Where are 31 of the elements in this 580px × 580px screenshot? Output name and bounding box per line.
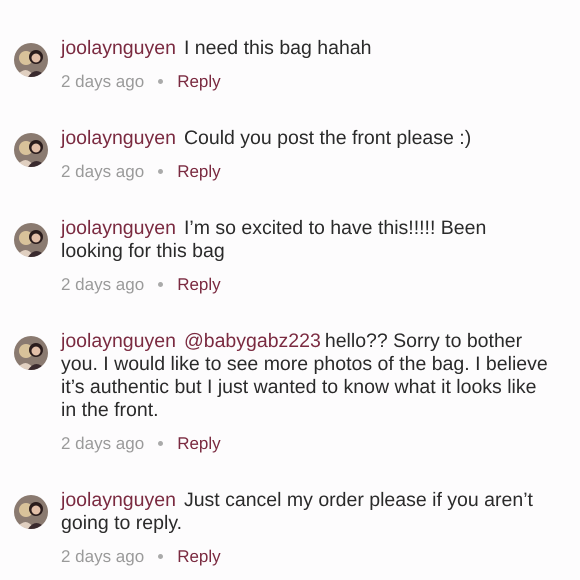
username-link[interactable]: joolaynguyen [61, 37, 176, 59]
comment-text: joolaynguyen @babygabz223 hello?? Sorry to bother you. I would like to see more photos of the bag. I believe it’s authentic but I just wanted to know what it looks like in the front. [61, 330, 549, 422]
username-link[interactable]: joolaynguyen [61, 217, 176, 239]
separator-dot [158, 554, 164, 559]
username-link[interactable]: joolaynguyen [61, 330, 176, 352]
reply-link[interactable]: Reply [177, 545, 221, 568]
separator-dot [158, 282, 164, 287]
avatar [14, 223, 48, 257]
comment-time: 2 days ago [61, 161, 144, 183]
avatar [14, 43, 48, 77]
comment-time: 2 days ago [61, 71, 144, 93]
avatar [14, 133, 48, 167]
mention-link[interactable]: @babygabz223 [184, 330, 321, 352]
comment-text: joolaynguyen I’m so excited to have this!!!!! Been looking for this bag [61, 217, 488, 263]
separator-dot [158, 441, 164, 446]
comment-text: joolaynguyen Could you post the front please :) [61, 127, 472, 150]
reply-link[interactable]: Reply [177, 273, 221, 296]
username-link[interactable]: joolaynguyen [61, 127, 176, 149]
comment-time: 2 days ago [61, 433, 144, 455]
reply-link[interactable]: Reply [177, 432, 221, 455]
separator-dot [158, 169, 164, 174]
separator-dot [158, 79, 164, 84]
comment-text: joolaynguyen Just cancel my order please if you aren’t going to reply. [61, 489, 534, 535]
comment-text: joolaynguyen I need this bag hahah [61, 37, 373, 60]
username-link[interactable]: joolaynguyen [61, 489, 176, 511]
comment-time: 2 days ago [61, 274, 144, 296]
avatar [14, 495, 48, 529]
comment-time: 2 days ago [61, 546, 144, 568]
reply-link[interactable]: Reply [177, 70, 221, 93]
avatar [14, 336, 48, 370]
reply-link[interactable]: Reply [177, 160, 221, 183]
